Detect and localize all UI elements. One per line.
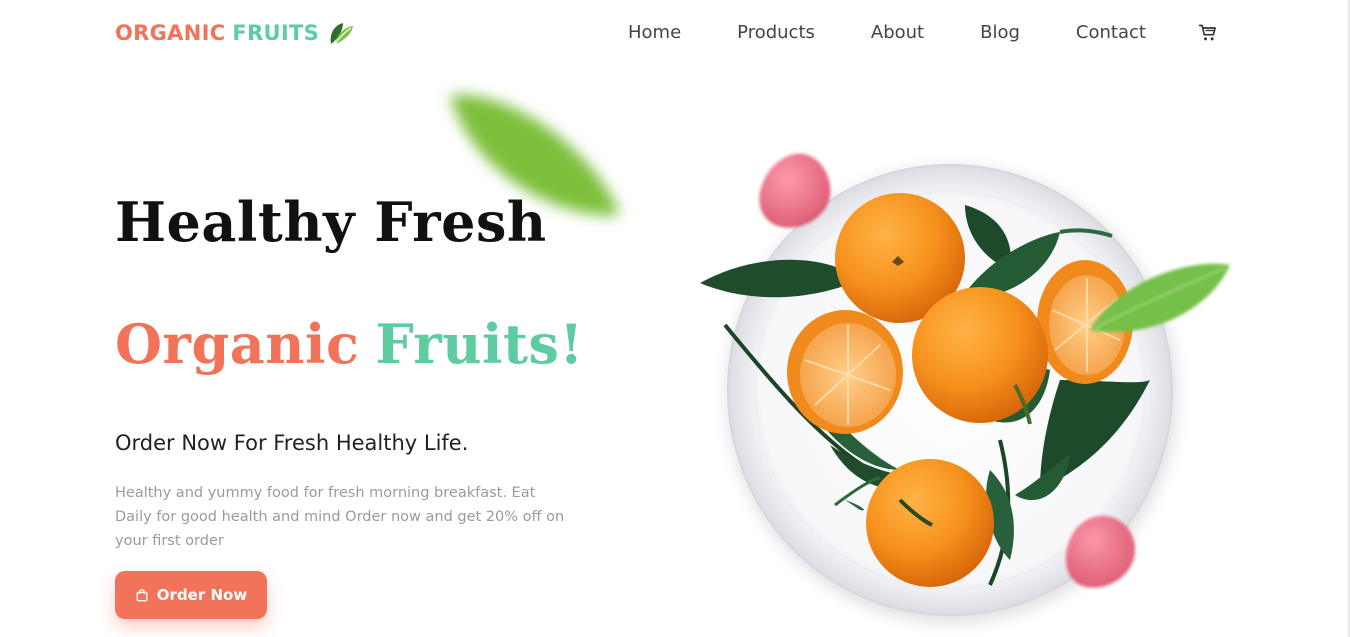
order-now-button[interactable]: Order Now [115, 571, 267, 619]
nav-products[interactable]: Products [737, 22, 815, 43]
tangerine-leaves [700, 205, 1150, 586]
nav-contact[interactable]: Contact [1076, 22, 1146, 43]
logo-text-organic: ORGANIC [115, 21, 226, 45]
green-leaf-decoration [1090, 263, 1230, 332]
logo[interactable]: ORGANIC FRUITS [115, 18, 355, 48]
nav-blog[interactable]: Blog [980, 22, 1020, 43]
hero-subtitle: Order Now For Fresh Healthy Life. [115, 431, 469, 455]
hero-title-fruits: Fruits! [375, 312, 584, 376]
shopping-bag-icon [136, 589, 148, 602]
hero-title-line1: Healthy Fresh [115, 190, 547, 254]
cart-icon[interactable] [1198, 23, 1218, 43]
peeled-tangerine [787, 260, 1133, 434]
main-nav: Home Products About Blog Contact [628, 22, 1218, 43]
hero-title-line2: Organic Fruits! [115, 312, 584, 376]
whole-tangerines [835, 193, 1048, 587]
nav-about[interactable]: About [871, 22, 924, 43]
fruit-plate [727, 164, 1177, 623]
order-now-label: Order Now [156, 586, 248, 604]
hero-title-organic: Organic [115, 312, 360, 376]
leaf-icon [330, 23, 354, 45]
nav-home[interactable]: Home [628, 22, 681, 43]
hero-description: Healthy and yummy food for fresh morning… [115, 485, 565, 549]
logo-text-fruits: FRUITS [232, 21, 320, 45]
raspberries [759, 153, 1136, 588]
